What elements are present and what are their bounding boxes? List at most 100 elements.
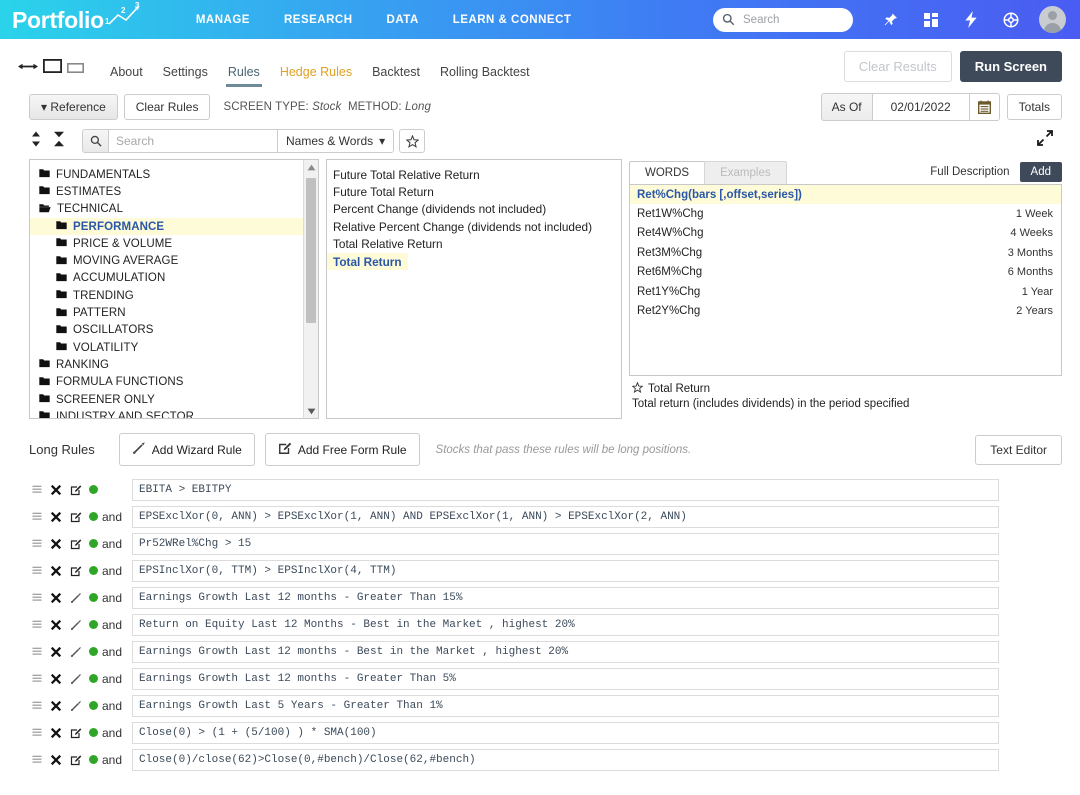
list-item[interactable]: Relative Percent Change (dividends not i… (327, 218, 621, 235)
list-item[interactable]: Percent Change (dividends not included) (327, 201, 621, 218)
delete-rule-icon[interactable] (48, 673, 63, 685)
tab-examples[interactable]: Examples (704, 161, 787, 184)
global-search-box[interactable] (713, 8, 853, 32)
tab-settings[interactable]: Settings (153, 65, 218, 87)
drag-handle-icon[interactable] (29, 593, 44, 603)
delete-rule-icon[interactable] (48, 700, 63, 712)
delete-rule-icon[interactable] (48, 727, 63, 739)
tab-rolling-backtest[interactable]: Rolling Backtest (430, 65, 540, 87)
rule-expression-input[interactable] (132, 695, 999, 717)
star-icon[interactable] (632, 382, 643, 396)
tab-about[interactable]: About (100, 65, 153, 87)
text-editor-button[interactable]: Text Editor (975, 435, 1062, 465)
edit-rule-icon[interactable] (68, 538, 83, 550)
delete-rule-icon[interactable] (48, 619, 63, 631)
sort-updown-icon[interactable] (29, 131, 43, 152)
tab-rules[interactable]: Rules (218, 65, 270, 87)
brand-logo[interactable]: Portfolio 1 2 3 (12, 6, 153, 34)
list-item[interactable]: Future Total Return (327, 183, 621, 200)
run-screen-button[interactable]: Run Screen (960, 51, 1062, 82)
drag-handle-icon[interactable] (29, 701, 44, 711)
reference-filter-select[interactable]: Names & Words ▾ (277, 130, 393, 152)
scroll-track[interactable] (304, 174, 318, 404)
rule-expression-input[interactable] (132, 668, 999, 690)
tree-scrollbar[interactable] (303, 160, 318, 418)
rule-enabled-indicator[interactable] (89, 566, 98, 575)
rule-expression-input[interactable] (132, 479, 999, 501)
word-row[interactable]: Ret2Y%Chg2 Years (630, 301, 1061, 320)
layout-large-icon[interactable] (43, 59, 62, 78)
add-free-form-rule-button[interactable]: Add Free Form Rule (265, 433, 420, 466)
lightning-icon[interactable] (951, 5, 991, 35)
nav-item-manage[interactable]: MANAGE (179, 14, 267, 26)
word-row[interactable]: Ret1Y%Chg1 Year (630, 282, 1061, 301)
rule-expression-input[interactable] (132, 506, 999, 528)
drag-handle-icon[interactable] (29, 620, 44, 630)
tree-item-trending[interactable]: TRENDING (30, 287, 303, 304)
delete-rule-icon[interactable] (48, 592, 63, 604)
expand-panel-icon[interactable] (1036, 129, 1054, 152)
rule-enabled-indicator[interactable] (89, 755, 98, 764)
list-item[interactable]: Future Total Relative Return (327, 166, 621, 183)
word-row[interactable]: Ret4W%Chg4 Weeks (630, 224, 1061, 243)
edit-rule-icon[interactable] (68, 565, 83, 577)
tree-item-oscillators[interactable]: OSCILLATORS (30, 322, 303, 339)
drag-handle-icon[interactable] (29, 566, 44, 576)
word-row[interactable]: Ret3M%Chg3 Months (630, 243, 1061, 262)
rule-expression-input[interactable] (132, 749, 999, 771)
drag-handle-icon[interactable] (29, 512, 44, 522)
pin-icon[interactable] (871, 5, 911, 35)
edit-rule-icon[interactable] (68, 754, 83, 766)
rule-enabled-indicator[interactable] (89, 647, 98, 656)
rule-enabled-indicator[interactable] (89, 485, 98, 494)
reference-search-input[interactable] (109, 130, 277, 152)
tree-item-estimates[interactable]: ESTIMATES (30, 183, 303, 200)
tree-item-fundamentals[interactable]: FUNDAMENTALS (30, 166, 303, 183)
delete-rule-icon[interactable] (48, 511, 63, 523)
drag-handle-icon[interactable] (29, 674, 44, 684)
tab-backtest[interactable]: Backtest (362, 65, 430, 87)
collapse-all-icon[interactable] (52, 131, 66, 152)
wand-icon[interactable] (68, 592, 83, 604)
drag-handle-icon[interactable] (29, 539, 44, 549)
totals-button[interactable]: Totals (1007, 94, 1062, 120)
expand-width-icon[interactable] (18, 60, 38, 78)
wand-icon[interactable] (68, 619, 83, 631)
rule-expression-input[interactable] (132, 533, 999, 555)
wand-icon[interactable] (68, 673, 83, 685)
scroll-down-icon[interactable] (307, 404, 316, 418)
tree-item-price-volume[interactable]: PRICE & VOLUME (30, 235, 303, 252)
edit-rule-icon[interactable] (68, 511, 83, 523)
tab-hedge-rules[interactable]: Hedge Rules (270, 65, 362, 87)
clear-rules-button[interactable]: Clear Rules (124, 94, 211, 120)
clear-results-button[interactable]: Clear Results (844, 51, 952, 82)
rule-expression-input[interactable] (132, 560, 999, 582)
tree-item-screener-only[interactable]: SCREENER ONLY (30, 391, 303, 408)
edit-rule-icon[interactable] (68, 484, 83, 496)
favorites-star-icon[interactable] (399, 129, 425, 153)
full-description-link[interactable]: Full Description (930, 166, 1009, 178)
tree-item-moving-average[interactable]: MOVING AVERAGE (30, 252, 303, 269)
search-icon[interactable] (83, 130, 109, 152)
reference-toggle-button[interactable]: ▾ Reference (29, 94, 118, 120)
tree-item-technical[interactable]: TECHNICAL (30, 201, 303, 218)
rule-expression-input[interactable] (132, 614, 999, 636)
calendar-icon[interactable] (970, 93, 1000, 121)
rule-enabled-indicator[interactable] (89, 539, 98, 548)
delete-rule-icon[interactable] (48, 538, 63, 550)
as-of-date-input[interactable] (872, 93, 970, 121)
nav-item-learn-connect[interactable]: LEARN & CONNECT (436, 14, 589, 26)
rule-enabled-indicator[interactable] (89, 674, 98, 683)
edit-rule-icon[interactable] (68, 727, 83, 739)
tree-item-volatility[interactable]: VOLATILITY (30, 339, 303, 356)
rule-enabled-indicator[interactable] (89, 593, 98, 602)
tree-item-accumulation[interactable]: ACCUMULATION (30, 270, 303, 287)
drag-handle-icon[interactable] (29, 728, 44, 738)
drag-handle-icon[interactable] (29, 755, 44, 765)
drag-handle-icon[interactable] (29, 647, 44, 657)
tree-item-pattern[interactable]: PATTERN (30, 304, 303, 321)
rule-enabled-indicator[interactable] (89, 701, 98, 710)
rule-enabled-indicator[interactable] (89, 728, 98, 737)
delete-rule-icon[interactable] (48, 484, 63, 496)
tab-words[interactable]: WORDS (629, 161, 705, 184)
